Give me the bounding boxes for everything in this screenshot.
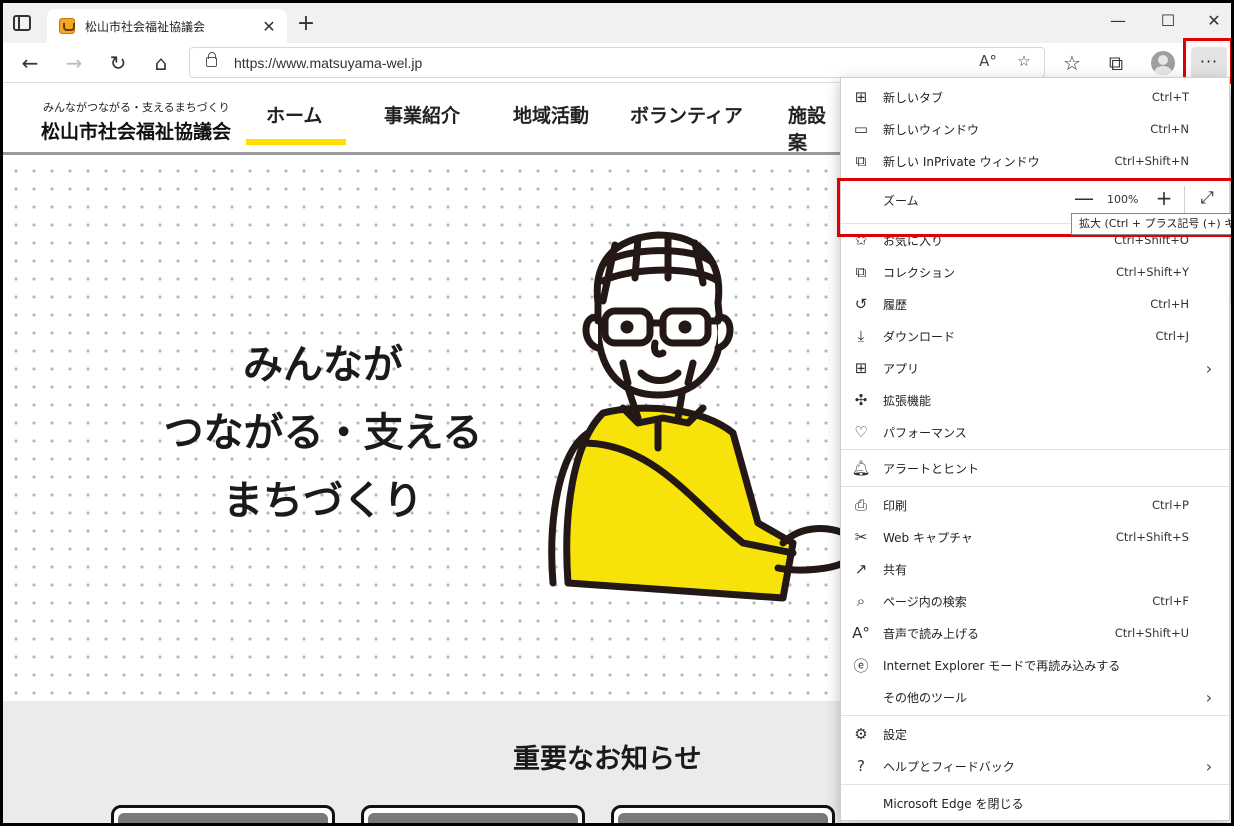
new-window-icon: ▭ xyxy=(853,120,869,138)
web-capture-icon: ✂ xyxy=(854,528,868,546)
bell-icon: 🔔︎ xyxy=(851,459,871,477)
nav-facilities[interactable]: 施設案 xyxy=(788,101,843,155)
site-tagline: みんながつながる・支えるまちづくり xyxy=(43,101,230,114)
chevron-right-icon: › xyxy=(1205,756,1213,776)
menu-item-performance[interactable]: ♡ パフォーマンス xyxy=(841,416,1229,448)
menu-item-more-tools[interactable]: その他のツール › xyxy=(841,681,1229,713)
menu-item-settings[interactable]: ⚙ 設定 xyxy=(841,718,1229,750)
site-favicon-icon xyxy=(59,18,75,34)
help-icon: ? xyxy=(857,757,865,775)
new-tab-icon: ⊞ xyxy=(854,88,868,106)
chevron-right-icon: › xyxy=(1205,687,1213,707)
notice-card[interactable] xyxy=(111,805,335,823)
close-window-icon[interactable]: ✕ xyxy=(1199,11,1229,30)
history-icon: ↺ xyxy=(854,295,868,313)
nav-community[interactable]: 地域活動 xyxy=(513,101,589,128)
menu-item-web-capture[interactable]: ✂ Web キャプチャ Ctrl+Shift+S xyxy=(841,521,1229,553)
menu-item-share[interactable]: ↗ 共有 xyxy=(841,553,1229,585)
menu-item-new-inprivate[interactable]: ⧉ 新しい InPrivate ウィンドウ Ctrl+Shift+N xyxy=(841,145,1229,177)
menu-item-find[interactable]: ⌕ ページ内の検索 Ctrl+F xyxy=(841,585,1229,617)
menu-item-new-tab[interactable]: ⊞ 新しいタブ Ctrl+T xyxy=(841,81,1229,113)
new-tab-button[interactable]: + xyxy=(293,11,319,36)
hero-line-1: みんなが xyxy=(243,342,403,388)
site-logo[interactable]: 松山市社会福祉協議会 xyxy=(41,117,231,144)
read-aloud-icon: A° xyxy=(852,624,870,642)
notice-title: 重要なお知らせ xyxy=(513,744,702,775)
inprivate-icon: ⧉ xyxy=(855,152,867,170)
nav-active-indicator xyxy=(246,139,346,145)
elderly-man-illustration xyxy=(548,231,843,602)
home-icon[interactable]: ⌂ xyxy=(146,49,176,77)
print-icon: ⎙ xyxy=(854,496,867,514)
extensions-icon: ✣ xyxy=(854,391,868,409)
profile-avatar[interactable] xyxy=(1151,51,1175,75)
menu-item-downloads[interactable]: ⤓ ダウンロード Ctrl+J xyxy=(841,320,1229,352)
address-bar[interactable]: https://www.matsuyama-wel.jp A° ☆ xyxy=(189,47,1045,78)
forward-icon[interactable]: → xyxy=(59,49,89,77)
menu-item-help[interactable]: ? ヘルプとフィードバック › xyxy=(841,750,1229,782)
maximize-icon[interactable]: ☐ xyxy=(1153,11,1183,30)
menu-separator xyxy=(841,486,1229,487)
minimize-icon[interactable]: — xyxy=(1103,11,1133,30)
ie-mode-icon: ⓔ xyxy=(853,656,869,675)
nav-volunteer[interactable]: ボランティア xyxy=(630,101,743,128)
tab-close-icon[interactable]: ✕ xyxy=(257,17,281,36)
collections-icon: ⧉ xyxy=(855,263,867,281)
menu-item-print[interactable]: ⎙ 印刷 Ctrl+P xyxy=(841,489,1229,521)
lock-icon xyxy=(206,52,217,67)
notice-card[interactable] xyxy=(361,805,585,823)
tab-actions-icon[interactable] xyxy=(13,15,31,31)
read-aloud-icon[interactable]: A° xyxy=(976,52,1000,70)
hero-line-3: まちづくり xyxy=(223,478,423,524)
zoom-in-tooltip: 拡大 (Ctrl + プラス記号 (+) キー) xyxy=(1071,213,1231,235)
nav-projects[interactable]: 事業紹介 xyxy=(384,101,460,128)
browser-window: 松山市社会福祉協議会 ✕ + — ☐ ✕ ← → ↻ ⌂ https://www… xyxy=(0,0,1234,826)
tab-strip: 松山市社会福祉協議会 ✕ + — ☐ ✕ xyxy=(3,3,1231,43)
menu-separator xyxy=(841,449,1229,450)
collections-icon[interactable]: ⧉ xyxy=(1101,49,1131,77)
menu-separator xyxy=(841,784,1229,785)
menu-item-alerts[interactable]: 🔔︎ アラートとヒント xyxy=(841,452,1229,484)
hero-line-2: つながる・支える xyxy=(163,410,483,456)
chevron-right-icon: › xyxy=(1205,358,1213,378)
find-icon: ⌕ xyxy=(856,592,866,610)
tab-title: 松山市社会福祉協議会 xyxy=(85,19,206,34)
performance-icon: ♡ xyxy=(854,423,868,441)
browser-tab[interactable]: 松山市社会福祉協議会 ✕ xyxy=(47,9,287,43)
menu-item-new-window[interactable]: ▭ 新しいウィンドウ Ctrl+N xyxy=(841,113,1229,145)
favorites-icon[interactable]: ☆ xyxy=(1057,49,1087,77)
menu-item-read-aloud[interactable]: A° 音声で読み上げる Ctrl+Shift+U xyxy=(841,617,1229,649)
back-icon[interactable]: ← xyxy=(15,49,45,77)
share-icon: ↗ xyxy=(854,560,868,578)
menu-item-ie-mode[interactable]: ⓔ Internet Explorer モードで再読み込みする xyxy=(841,649,1229,681)
add-favorite-icon[interactable]: ☆ xyxy=(1012,52,1036,70)
menu-item-extensions[interactable]: ✣ 拡張機能 xyxy=(841,384,1229,416)
notice-card[interactable] xyxy=(611,805,835,823)
site-header: みんながつながる・支えるまちづくり 松山市社会福祉協議会 ホーム 事業紹介 地域… xyxy=(3,83,843,155)
apps-icon: ⊞ xyxy=(854,359,868,377)
refresh-icon[interactable]: ↻ xyxy=(103,49,133,77)
download-icon: ⤓ xyxy=(857,327,865,345)
menu-item-apps[interactable]: ⊞ アプリ › xyxy=(841,352,1229,384)
menu-separator xyxy=(841,715,1229,716)
notice-section: 重要なお知らせ xyxy=(3,701,843,823)
menu-item-close-edge[interactable]: Microsoft Edge を閉じる xyxy=(841,787,1229,819)
menu-item-history[interactable]: ↺ 履歴 Ctrl+H xyxy=(841,288,1229,320)
gear-icon: ⚙ xyxy=(854,725,868,743)
url-text[interactable]: https://www.matsuyama-wel.jp xyxy=(234,55,422,71)
nav-home[interactable]: ホーム xyxy=(266,101,322,128)
menu-item-collections[interactable]: ⧉ コレクション Ctrl+Shift+Y xyxy=(841,256,1229,288)
